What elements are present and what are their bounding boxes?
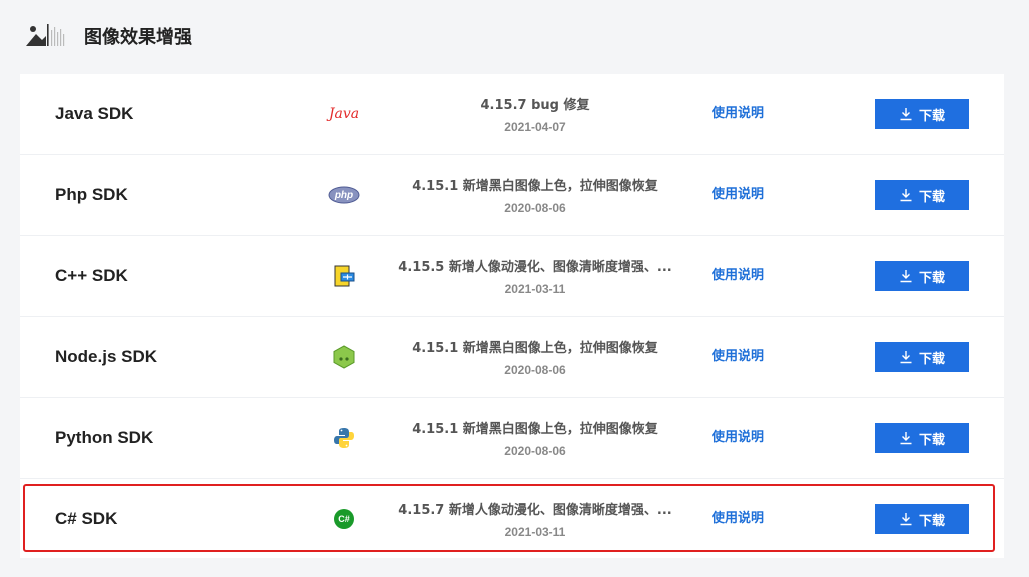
download-icon [900,513,912,526]
version-text: 4.15.7 bug 修复 [480,98,590,113]
sdk-name: C# SDK [55,509,118,528]
section-header: 图像效果增强 [24,16,192,56]
doc-link[interactable]: 使用说明 [712,236,764,316]
release-date: 2020-08-06 [504,201,566,215]
sdk-row-python: Python SDK 4.15.1 新增黑白图像上色，拉伸图像恢复 2020-0… [20,398,1004,479]
version-text: 4.15.1 新增黑白图像上色，拉伸图像恢复 [412,341,658,356]
download-label: 下载 [918,513,945,529]
cpp-icon [326,262,362,290]
download-label: 下载 [918,270,945,286]
sdk-name: Java SDK [55,104,134,123]
version-info: 4.15.5 新增人像动漫化、图像清晰度增强、... 2021-03-11 [375,256,695,296]
python-icon [326,424,362,452]
version-text: 4.15.1 新增黑白图像上色，拉伸图像恢复 [412,422,658,437]
sdk-row-nodejs: Node.js SDK 4.15.1 新增黑白图像上色，拉伸图像恢复 2020-… [20,317,1004,398]
version-info: 4.15.7 新增人像动漫化、图像清晰度增强、... 2021-03-11 [375,499,695,539]
download-icon [900,108,912,121]
php-icon: php [326,181,362,209]
sdk-row-php: Php SDK php 4.15.1 新增黑白图像上色，拉伸图像恢复 2020-… [20,155,1004,236]
version-text: 4.15.5 新增人像动漫化、图像清晰度增强、... [398,260,672,275]
nodejs-icon [326,343,362,371]
download-button[interactable]: 下载 [875,504,969,534]
download-button[interactable]: 下载 [875,180,969,210]
sdk-name: Node.js SDK [55,347,158,366]
download-button[interactable]: 下载 [875,99,969,129]
download-icon [900,189,912,202]
version-info: 4.15.1 新增黑白图像上色，拉伸图像恢复 2020-08-06 [375,418,695,458]
download-button[interactable]: 下载 [875,261,969,291]
doc-link[interactable]: 使用说明 [712,398,764,478]
doc-link[interactable]: 使用说明 [712,74,764,154]
image-waveform-logo-icon [26,24,65,46]
release-date: 2021-03-11 [504,525,566,539]
sdk-list: Java SDK Java 4.15.7 bug 修复 2021-04-07 使… [20,74,1004,558]
release-date: 2020-08-06 [504,363,566,377]
version-text: 4.15.7 新增人像动漫化、图像清晰度增强、... [398,503,672,518]
version-info: 4.15.1 新增黑白图像上色，拉伸图像恢复 2020-08-06 [375,175,695,215]
download-label: 下载 [918,432,945,448]
sdk-row-cpp: C++ SDK 4.15.5 新增人像动漫化、图像清晰度增强、... 2021-… [20,236,1004,317]
java-icon: Java [328,106,360,122]
sdk-name: C++ SDK [55,266,128,285]
sdk-row-csharp: C# SDK C# 4.15.7 新增人像动漫化、图像清晰度增强、... 202… [20,479,1004,560]
download-icon [900,351,912,364]
doc-link[interactable]: 使用说明 [712,317,764,397]
csharp-icon: C# [326,505,362,533]
sdk-name: Php SDK [55,185,128,204]
download-label: 下载 [918,189,945,205]
version-text: 4.15.1 新增黑白图像上色，拉伸图像恢复 [412,179,658,194]
download-icon [900,270,912,283]
download-label: 下载 [918,351,945,367]
sdk-name: Python SDK [55,428,154,447]
download-button[interactable]: 下载 [875,342,969,372]
download-button[interactable]: 下载 [875,423,969,453]
download-label: 下载 [918,108,945,124]
version-info: 4.15.7 bug 修复 2021-04-07 [375,94,695,134]
download-icon [900,432,912,445]
sdk-row-java: Java SDK Java 4.15.7 bug 修复 2021-04-07 使… [20,74,1004,155]
doc-link[interactable]: 使用说明 [712,155,764,235]
doc-link[interactable]: 使用说明 [712,479,764,559]
page-title: 图像效果增强 [84,27,192,48]
release-date: 2021-04-07 [504,120,566,134]
release-date: 2021-03-11 [504,282,566,296]
version-info: 4.15.1 新增黑白图像上色，拉伸图像恢复 2020-08-06 [375,337,695,377]
release-date: 2020-08-06 [504,444,566,458]
